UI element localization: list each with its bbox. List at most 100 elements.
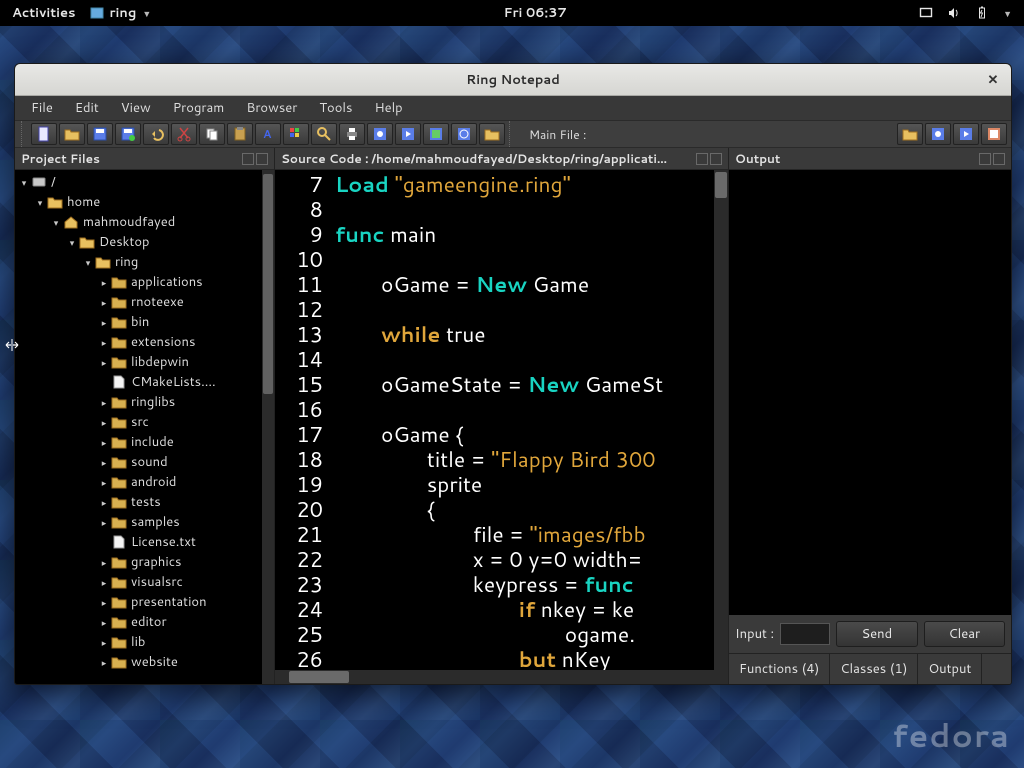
- panel-float-icon[interactable]: [696, 153, 708, 165]
- mainfile-run-button[interactable]: [953, 123, 979, 145]
- panel-close-icon[interactable]: [710, 153, 722, 165]
- tree-arrow-icon[interactable]: [99, 316, 109, 329]
- mainfile-field[interactable]: [594, 125, 895, 143]
- output-title[interactable]: Output: [729, 148, 1011, 170]
- project-files-title[interactable]: Project Files: [15, 148, 274, 170]
- menu-file[interactable]: File: [21, 97, 63, 119]
- run-gui-button[interactable]: [423, 123, 449, 145]
- system-menu-chevron-icon[interactable]: ▼: [1003, 7, 1012, 20]
- font-button[interactable]: A: [255, 123, 281, 145]
- tree-arrow-icon[interactable]: [99, 476, 109, 489]
- tree-arrow-icon[interactable]: [99, 576, 109, 589]
- browse-button[interactable]: [479, 123, 505, 145]
- output-view[interactable]: [729, 170, 1011, 615]
- tree-folder-sound[interactable]: sound: [15, 452, 262, 472]
- tree-arrow-icon[interactable]: [99, 616, 109, 629]
- tree-arrow-icon[interactable]: [99, 296, 109, 309]
- app-menu[interactable]: ring ▼: [90, 4, 152, 22]
- tree-arrow-icon[interactable]: [19, 176, 29, 189]
- volume-icon[interactable]: [947, 6, 961, 20]
- run-web-button[interactable]: [451, 123, 477, 145]
- tree-arrow-icon[interactable]: [67, 236, 77, 249]
- output-input-field[interactable]: [780, 623, 830, 645]
- tree-folder-ring[interactable]: ring: [15, 252, 262, 272]
- new-file-button[interactable]: [31, 123, 57, 145]
- print-button[interactable]: [339, 123, 365, 145]
- panel-float-icon[interactable]: [979, 153, 991, 165]
- tree-folder-include[interactable]: include: [15, 432, 262, 452]
- tree-arrow-icon[interactable]: [99, 556, 109, 569]
- tab-functions[interactable]: Functions (4): [729, 654, 830, 684]
- tree-folder-mahmoudfayed[interactable]: mahmoudfayed: [15, 212, 262, 232]
- tree-folder-desktop[interactable]: Desktop: [15, 232, 262, 252]
- tree-folder-bin[interactable]: bin: [15, 312, 262, 332]
- tree-arrow-icon[interactable]: [99, 396, 109, 409]
- project-tree[interactable]: /homemahmoudfayedDesktopringapplications…: [15, 170, 262, 684]
- editor-vscrollbar[interactable]: [714, 170, 728, 670]
- tree-folder-lib[interactable]: lib: [15, 632, 262, 652]
- panel-float-icon[interactable]: [242, 153, 254, 165]
- clear-button[interactable]: Clear: [924, 621, 1005, 647]
- window-close-button[interactable]: ✕: [983, 70, 1003, 90]
- tree-file-licensetxt[interactable]: License.txt: [15, 532, 262, 552]
- tree-folder-editor[interactable]: editor: [15, 612, 262, 632]
- tree-folder-tests[interactable]: tests: [15, 492, 262, 512]
- tree-folder-libdepwin[interactable]: libdepwin: [15, 352, 262, 372]
- screen-icon[interactable]: [919, 6, 933, 20]
- tree-arrow-icon[interactable]: [35, 196, 45, 209]
- cut-button[interactable]: [171, 123, 197, 145]
- menu-help[interactable]: Help: [364, 97, 412, 119]
- mainfile-rungui-button[interactable]: [981, 123, 1007, 145]
- tree-folder-samples[interactable]: samples: [15, 512, 262, 532]
- editor-hscrollbar[interactable]: [275, 670, 728, 684]
- tree-folder-website[interactable]: website: [15, 652, 262, 672]
- menu-program[interactable]: Program: [163, 97, 235, 119]
- send-button[interactable]: Send: [836, 621, 917, 647]
- tree-folder-ringlibs[interactable]: ringlibs: [15, 392, 262, 412]
- tree-arrow-icon[interactable]: [99, 496, 109, 509]
- tree-folder-applications[interactable]: applications: [15, 272, 262, 292]
- debug-button[interactable]: [367, 123, 393, 145]
- colors-button[interactable]: [283, 123, 309, 145]
- source-title[interactable]: Source Code : /home/mahmoudfayed/Desktop…: [275, 148, 728, 170]
- tree-folder-android[interactable]: android: [15, 472, 262, 492]
- tree-scrollbar[interactable]: [262, 170, 274, 684]
- menu-view[interactable]: View: [111, 97, 161, 119]
- tree-arrow-icon[interactable]: [99, 516, 109, 529]
- tree-arrow-icon[interactable]: [99, 636, 109, 649]
- tree-arrow-icon[interactable]: [99, 436, 109, 449]
- open-file-button[interactable]: [59, 123, 85, 145]
- tree-folder-src[interactable]: src: [15, 412, 262, 432]
- tree-arrow-icon[interactable]: [99, 336, 109, 349]
- tree-arrow-icon[interactable]: [51, 216, 61, 229]
- window-titlebar[interactable]: Ring Notepad ✕: [15, 64, 1011, 96]
- tree-folder-extensions[interactable]: extensions: [15, 332, 262, 352]
- tree-arrow-icon[interactable]: [99, 656, 109, 669]
- menu-edit[interactable]: Edit: [65, 97, 109, 119]
- tree-arrow-icon[interactable]: [99, 356, 109, 369]
- tree-arrow-icon[interactable]: [99, 596, 109, 609]
- panel-close-icon[interactable]: [256, 153, 268, 165]
- mainfile-debug-button[interactable]: [925, 123, 951, 145]
- toolbar-handle[interactable]: [21, 121, 27, 147]
- tree-folder-visualsrc[interactable]: visualsrc: [15, 572, 262, 592]
- panel-close-icon[interactable]: [993, 153, 1005, 165]
- mainfile-open-button[interactable]: [897, 123, 923, 145]
- tree-arrow-icon[interactable]: [83, 256, 93, 269]
- undo-button[interactable]: [143, 123, 169, 145]
- battery-icon[interactable]: [975, 6, 989, 20]
- menu-tools[interactable]: Tools: [309, 97, 362, 119]
- find-button[interactable]: [311, 123, 337, 145]
- code-editor[interactable]: Load "gameengine.ring" func main oGame =…: [329, 170, 714, 670]
- tree-file-cmakelists[interactable]: CMakeLists....: [15, 372, 262, 392]
- tree-folder-presentation[interactable]: presentation: [15, 592, 262, 612]
- tree-arrow-icon[interactable]: [99, 276, 109, 289]
- paste-button[interactable]: [227, 123, 253, 145]
- save-button[interactable]: [87, 123, 113, 145]
- tree-folder-graphics[interactable]: graphics: [15, 552, 262, 572]
- tree-folder-[interactable]: /: [15, 172, 262, 192]
- tab-output[interactable]: Output: [918, 654, 982, 684]
- tree-arrow-icon[interactable]: [99, 416, 109, 429]
- tree-arrow-icon[interactable]: [99, 456, 109, 469]
- clock[interactable]: Fri 06:37: [163, 4, 907, 22]
